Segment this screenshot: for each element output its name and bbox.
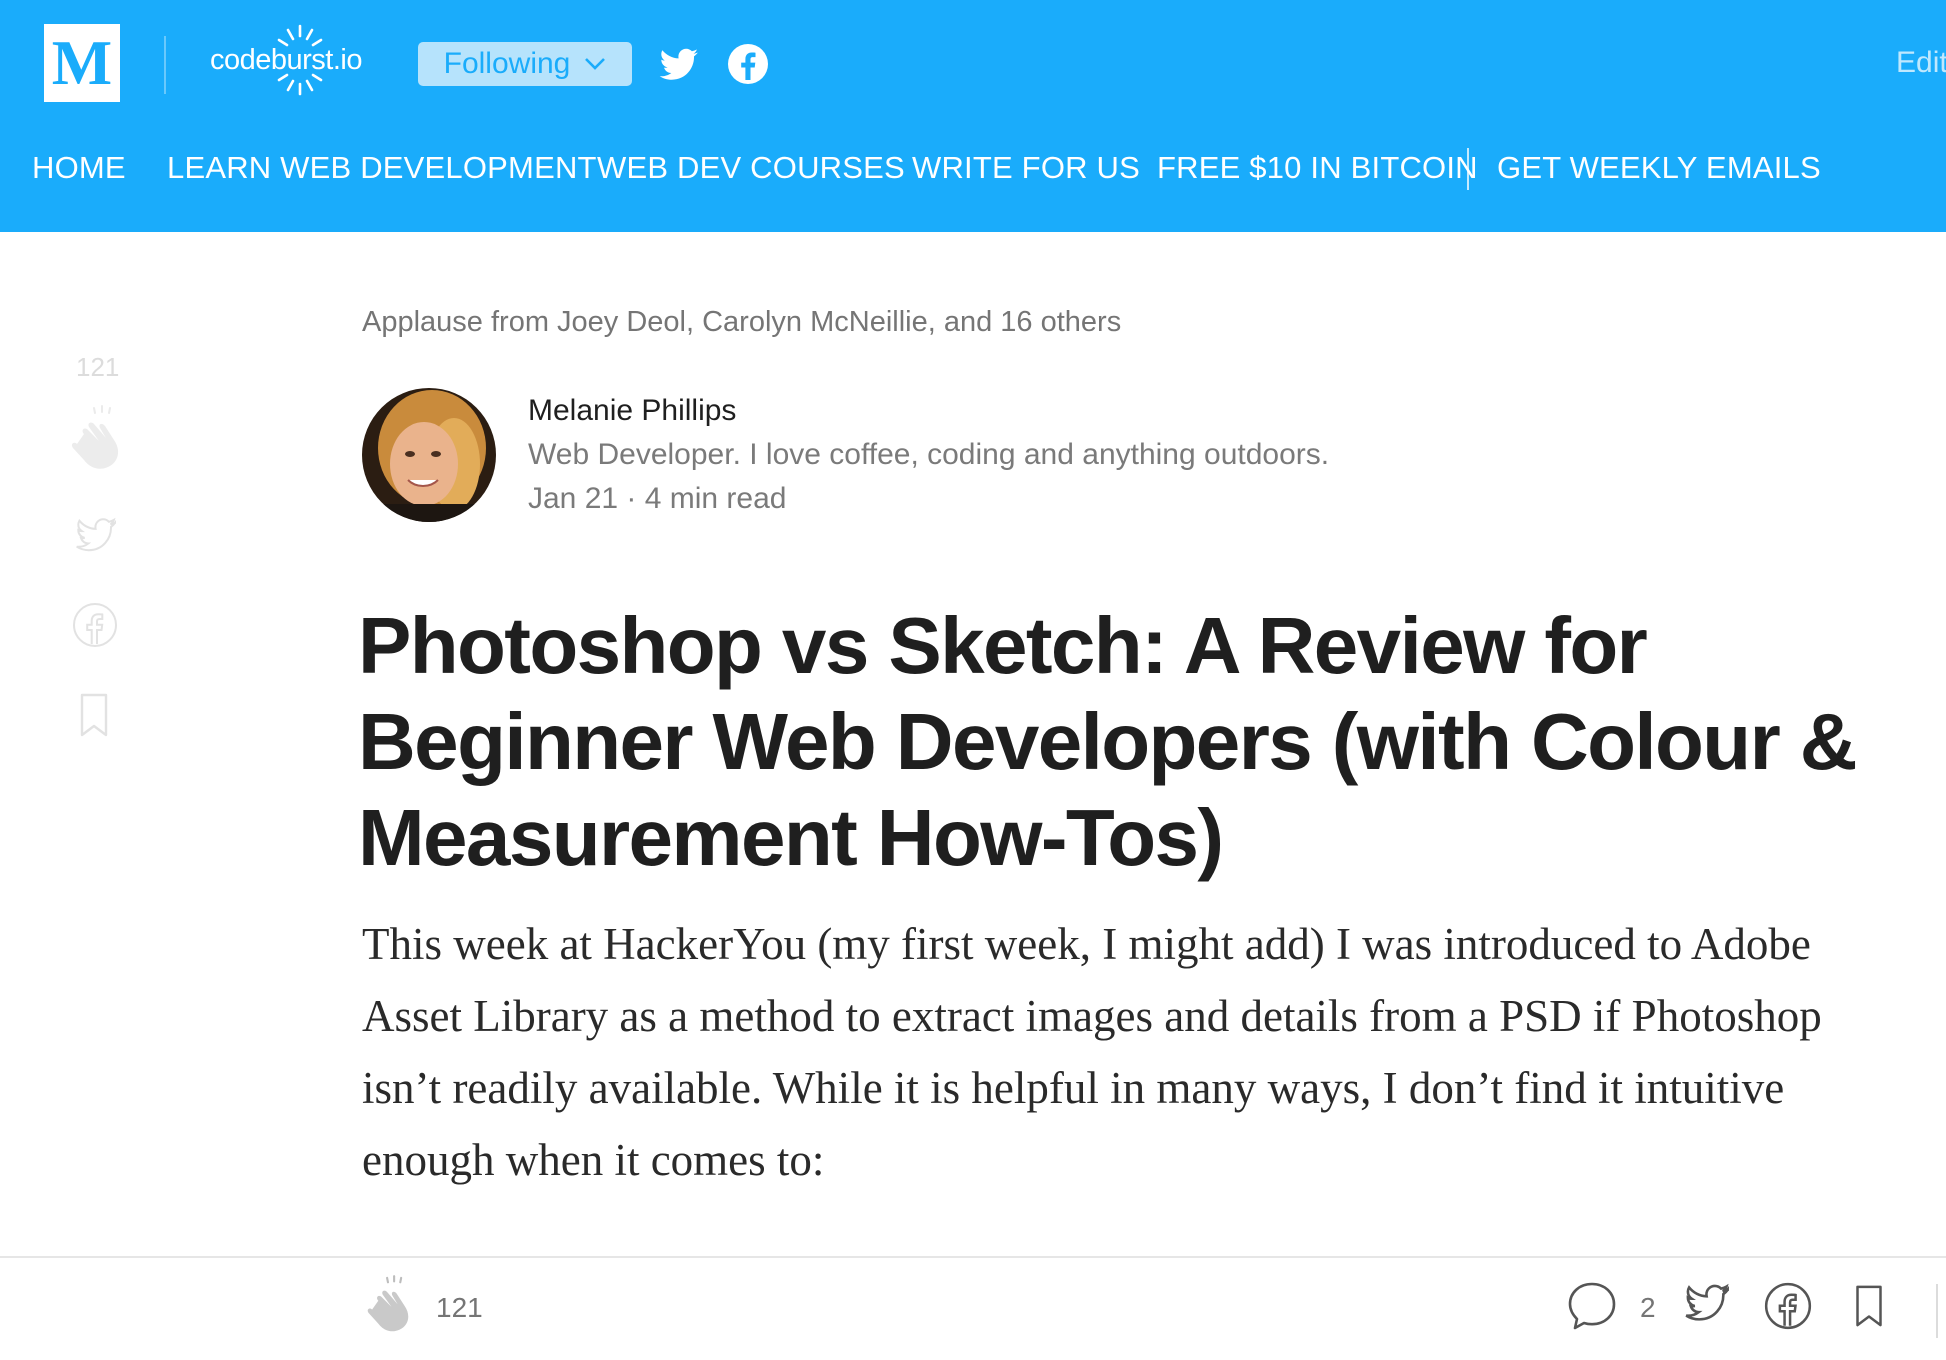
bookmark-icon[interactable] xyxy=(70,692,118,738)
nav-item-free-bitcoin[interactable]: FREE $10 IN BITCOIN xyxy=(1157,150,1478,186)
facebook-icon[interactable] xyxy=(70,600,120,650)
clap-icon[interactable] xyxy=(70,404,136,476)
following-label: Following xyxy=(443,47,571,80)
edit-link[interactable]: Edit xyxy=(1896,46,1946,80)
nav-item-web-dev-courses[interactable]: WEB DEV COURSES xyxy=(597,150,905,186)
twitter-icon[interactable] xyxy=(1680,1280,1732,1328)
publication-name: codeburst.io xyxy=(210,44,363,76)
post-date-readtime: Jan 21 · 4 min read xyxy=(528,482,787,515)
nav-item-learn-web-development[interactable]: LEARN WEB DEVELOPMENT xyxy=(167,150,597,186)
publication-logo[interactable]: codeburst.io xyxy=(210,20,386,106)
facebook-icon[interactable] xyxy=(724,40,772,88)
publication-nav: HOME LEARN WEB DEVELOPMENT WEB DEV COURS… xyxy=(0,150,1946,190)
author-bio: Web Developer. I love coffee, coding and… xyxy=(528,438,1330,471)
nav-item-get-weekly-emails[interactable]: GET WEEKLY EMAILS xyxy=(1497,150,1821,186)
responses-count: 2 xyxy=(1640,1292,1656,1323)
nav-divider xyxy=(1467,148,1469,190)
author-avatar[interactable] xyxy=(362,388,496,522)
facebook-icon[interactable] xyxy=(1762,1280,1814,1332)
nav-item-home[interactable]: HOME xyxy=(32,150,126,186)
article-paragraph: This week at HackerYou (my first week, I… xyxy=(362,919,1822,1185)
logo-divider xyxy=(164,36,166,94)
rail-clap-count: 121 xyxy=(76,352,120,382)
following-button[interactable]: Following xyxy=(418,42,632,86)
author-name[interactable]: Melanie Phillips xyxy=(528,394,736,428)
chevron-down-icon xyxy=(585,58,606,70)
medium-logo-letter: M xyxy=(51,27,113,98)
response-icon[interactable] xyxy=(1566,1280,1618,1332)
twitter-icon[interactable] xyxy=(654,40,702,88)
bar-edge-divider xyxy=(1936,1284,1938,1338)
nav-item-write-for-us[interactable]: WRITE FOR US xyxy=(912,150,1140,186)
medium-logo[interactable]: M xyxy=(44,24,120,102)
applause-line[interactable]: Applause from Joey Deol, Carolyn McNeill… xyxy=(362,306,1121,339)
clap-count: 121 xyxy=(436,1292,483,1323)
article-title: Photoshop vs Sketch: A Review for Beginn… xyxy=(358,601,1858,882)
clap-icon[interactable] xyxy=(366,1274,424,1338)
bookmark-icon[interactable] xyxy=(1846,1280,1892,1332)
publication-header: M codeburst.io Following Edit HOME LEARN… xyxy=(0,0,1946,232)
twitter-icon[interactable] xyxy=(70,514,120,558)
author-photo xyxy=(362,388,496,522)
bottom-action-bar: 121 2 xyxy=(0,1256,1946,1360)
